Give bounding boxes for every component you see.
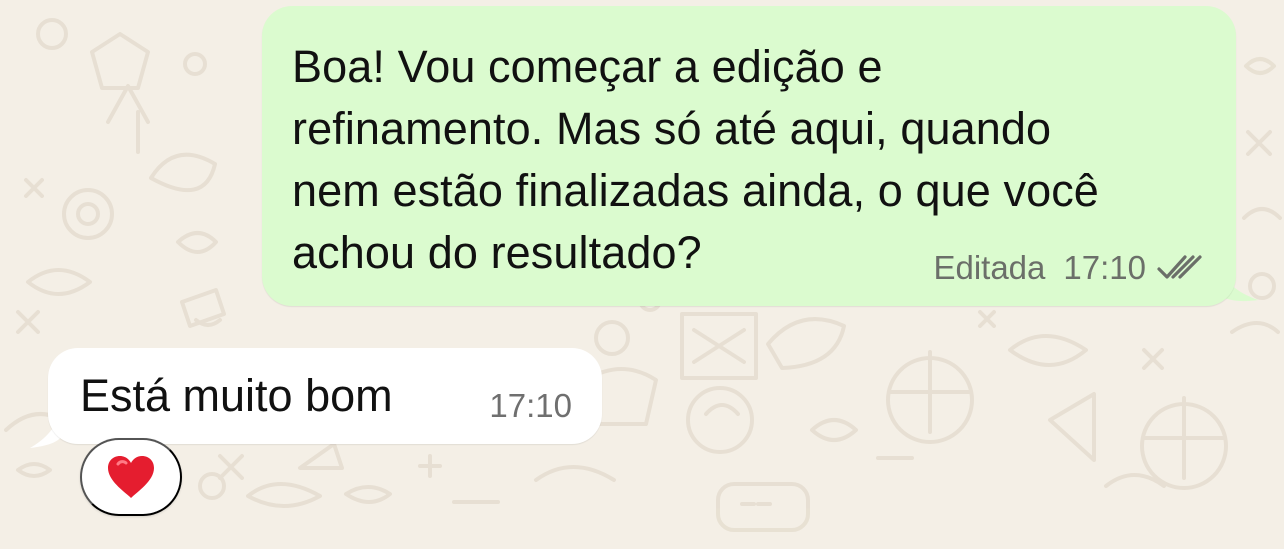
double-check-icon: [1157, 255, 1202, 279]
outgoing-message-bubble[interactable]: Boa! Vou começar a edição e refinamento.…: [262, 6, 1236, 306]
outgoing-message-time: 17:10: [1063, 249, 1146, 286]
incoming-message-time: 17:10: [489, 387, 572, 424]
chat-thread: Boa! Vou começar a edição e refinamento.…: [0, 0, 1284, 549]
outgoing-message-text: Boa! Vou começar a edição e refinamento.…: [292, 41, 1099, 278]
edited-label: Editada: [933, 249, 1046, 286]
heart-icon: [108, 456, 154, 498]
outgoing-message-meta: Editada 17:10: [933, 250, 1206, 286]
incoming-message-text: Está muito bom: [80, 370, 393, 421]
heart-reaction-button[interactable]: [80, 438, 182, 516]
incoming-message-bubble[interactable]: Está muito bom 17:10: [48, 348, 602, 444]
